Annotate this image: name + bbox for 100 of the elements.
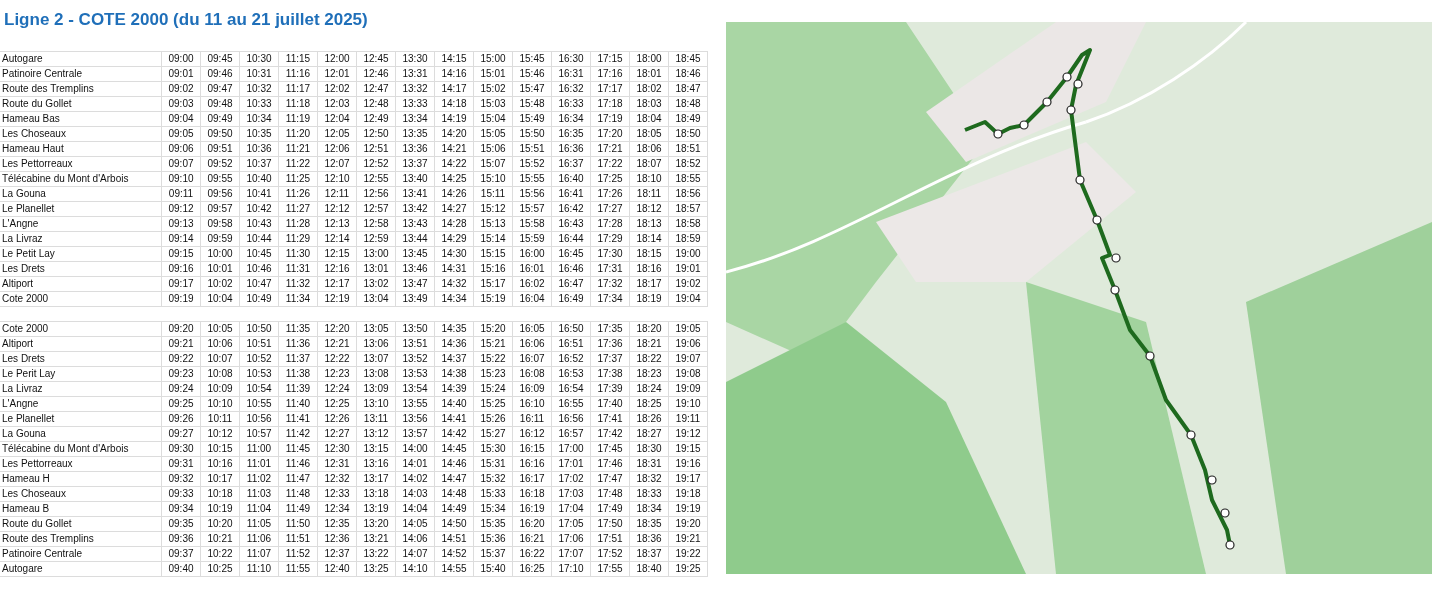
time-cell: 10:49 (240, 292, 279, 307)
time-cell: 17:48 (591, 487, 630, 502)
time-cell: 17:28 (591, 217, 630, 232)
time-cell: 10:50 (240, 322, 279, 337)
time-cell: 13:08 (357, 367, 396, 382)
time-cell: 13:32 (396, 82, 435, 97)
time-cell: 09:25 (162, 397, 201, 412)
time-cell: 16:30 (552, 52, 591, 67)
time-cell: 17:16 (591, 67, 630, 82)
time-cell: 10:06 (201, 337, 240, 352)
time-cell: 11:55 (279, 562, 318, 577)
time-cell: 12:05 (318, 127, 357, 142)
time-cell: 11:25 (279, 172, 318, 187)
time-cell: 09:16 (162, 262, 201, 277)
time-cell: 16:45 (552, 247, 591, 262)
time-cell: 11:22 (279, 157, 318, 172)
time-cell: 16:32 (552, 82, 591, 97)
time-cell: 09:07 (162, 157, 201, 172)
time-cell: 16:17 (513, 472, 552, 487)
time-cell: 16:52 (552, 352, 591, 367)
time-cell: 09:14 (162, 232, 201, 247)
time-cell: 13:06 (357, 337, 396, 352)
time-cell: 17:26 (591, 187, 630, 202)
time-cell: 17:49 (591, 502, 630, 517)
time-cell: 16:44 (552, 232, 591, 247)
time-cell: 12:50 (357, 127, 396, 142)
time-cell: 17:29 (591, 232, 630, 247)
time-cell: 14:06 (396, 532, 435, 547)
time-cell: 14:45 (435, 442, 474, 457)
time-cell: 11:48 (279, 487, 318, 502)
time-cell: 13:51 (396, 337, 435, 352)
time-cell: 10:37 (240, 157, 279, 172)
time-cell: 15:24 (474, 382, 513, 397)
time-cell: 10:56 (240, 412, 279, 427)
time-cell: 13:01 (357, 262, 396, 277)
time-cell: 11:38 (279, 367, 318, 382)
time-cell: 16:57 (552, 427, 591, 442)
time-cell: 15:34 (474, 502, 513, 517)
time-cell: 09:49 (201, 112, 240, 127)
time-cell: 18:24 (630, 382, 669, 397)
time-cell: 14:52 (435, 547, 474, 562)
stop-name: Le Perit Lay (0, 367, 162, 382)
time-cell: 15:32 (474, 472, 513, 487)
time-cell: 13:46 (396, 262, 435, 277)
time-cell: 13:11 (357, 412, 396, 427)
time-cell: 15:30 (474, 442, 513, 457)
time-cell: 18:30 (630, 442, 669, 457)
time-cell: 12:30 (318, 442, 357, 457)
time-cell: 17:42 (591, 427, 630, 442)
time-cell: 16:37 (552, 157, 591, 172)
time-cell: 14:38 (435, 367, 474, 382)
time-cell: 13:22 (357, 547, 396, 562)
time-cell: 09:34 (162, 502, 201, 517)
time-cell: 16:33 (552, 97, 591, 112)
stop-name: L'Angne (0, 217, 162, 232)
time-cell: 12:32 (318, 472, 357, 487)
time-cell: 09:56 (201, 187, 240, 202)
time-cell: 15:48 (513, 97, 552, 112)
time-cell: 15:52 (513, 157, 552, 172)
time-cell: 09:15 (162, 247, 201, 262)
time-cell: 13:42 (396, 202, 435, 217)
time-cell: 18:48 (669, 97, 708, 112)
stop-name: Le Planellet (0, 202, 162, 217)
time-cell: 10:33 (240, 97, 279, 112)
time-cell: 17:35 (591, 322, 630, 337)
time-cell: 11:34 (279, 292, 318, 307)
time-cell: 18:45 (669, 52, 708, 67)
time-cell: 11:28 (279, 217, 318, 232)
time-cell: 18:57 (669, 202, 708, 217)
time-cell: 13:31 (396, 67, 435, 82)
time-cell: 19:02 (669, 277, 708, 292)
stop-name: Cote 2000 (0, 292, 162, 307)
time-cell: 16:11 (513, 412, 552, 427)
time-cell: 12:35 (318, 517, 357, 532)
time-cell: 14:31 (435, 262, 474, 277)
time-cell: 19:04 (669, 292, 708, 307)
time-cell: 15:10 (474, 172, 513, 187)
time-cell: 12:14 (318, 232, 357, 247)
time-cell: 10:09 (201, 382, 240, 397)
time-cell: 18:52 (669, 157, 708, 172)
time-cell: 09:24 (162, 382, 201, 397)
stop-name: La Livraz (0, 382, 162, 397)
time-cell: 17:20 (591, 127, 630, 142)
time-cell: 12:22 (318, 352, 357, 367)
time-cell: 17:46 (591, 457, 630, 472)
time-cell: 18:06 (630, 142, 669, 157)
time-cell: 11:10 (240, 562, 279, 577)
time-cell: 09:57 (201, 202, 240, 217)
time-cell: 12:46 (357, 67, 396, 82)
time-cell: 12:49 (357, 112, 396, 127)
time-cell: 12:23 (318, 367, 357, 382)
time-cell: 10:51 (240, 337, 279, 352)
time-cell: 10:19 (201, 502, 240, 517)
time-cell: 11:41 (279, 412, 318, 427)
time-cell: 18:31 (630, 457, 669, 472)
stop-name: Les Drets (0, 352, 162, 367)
time-cell: 16:12 (513, 427, 552, 442)
stop-name: Altiport (0, 337, 162, 352)
time-cell: 09:51 (201, 142, 240, 157)
time-cell: 19:16 (669, 457, 708, 472)
